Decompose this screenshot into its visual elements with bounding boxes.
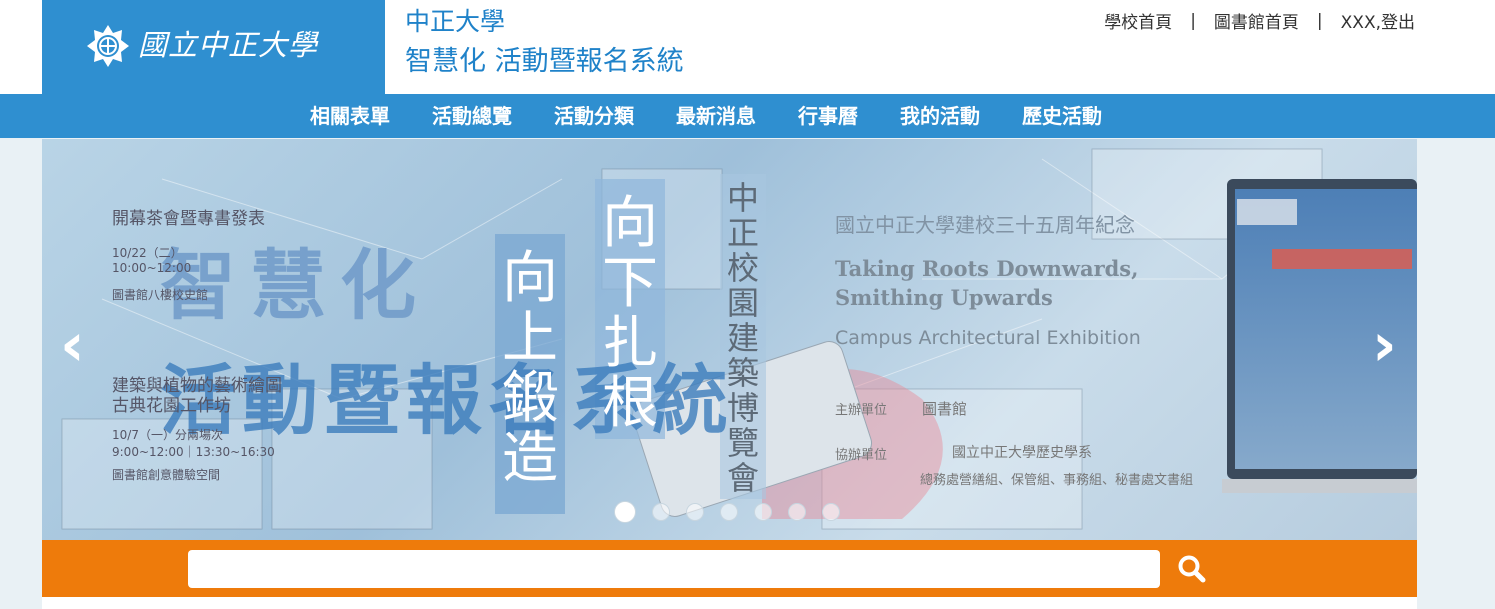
event1-title: 開幕茶會暨專書發表	[112, 209, 265, 229]
english-title-line1: Taking Roots Downwards,	[835, 256, 1139, 281]
event2-title-line2: 古典花園工作坊	[112, 396, 231, 416]
event2-time: 9:00~12:00｜13:30~16:30	[112, 445, 275, 459]
carousel-indicators	[614, 501, 856, 523]
co-organizer: 國立中正大學歷史學系	[952, 445, 1092, 461]
top-links: 學校首頁 | 圖書館首頁 | XXX,登出	[1104, 8, 1415, 34]
logout-link[interactable]: XXX,登出	[1341, 8, 1415, 33]
header: 國立中正大學 中正大學 智慧化 活動暨報名系統 學校首頁 | 圖書館首頁 | X…	[0, 0, 1495, 94]
event1-time: 10:00~12:00	[112, 261, 192, 275]
anniversary-text: 國立中正大學建校三十五周年紀念	[835, 213, 1135, 237]
organizer-label: 主辦單位	[835, 403, 888, 418]
nav-item-activity-categories[interactable]: 活動分類	[533, 94, 655, 138]
carousel-dot[interactable]	[686, 503, 704, 521]
nav-item-forms[interactable]: 相關表單	[289, 94, 411, 138]
nav-item-my-activities[interactable]: 我的活動	[879, 94, 1001, 138]
carousel-dot[interactable]	[614, 501, 636, 523]
slogan-exhibition: 中正校園建築博覽會	[726, 179, 759, 497]
search-bar	[42, 540, 1417, 597]
event1-date: 10/22（二）	[112, 246, 183, 260]
nav-item-calendar[interactable]: 行事曆	[777, 94, 879, 138]
site-title: 中正大學 智慧化 活動暨報名系統	[405, 4, 684, 84]
system-name: 智慧化 活動暨報名系統	[405, 46, 684, 77]
banner-carousel[interactable]: 智慧化 活動暨報名系統 開幕茶會暨專書發表 10/22（二） 10:00~12:…	[42, 139, 1417, 540]
organizer: 圖書館	[922, 400, 968, 418]
logo[interactable]: 國立中正大學	[42, 0, 385, 94]
slogan-up: 向上鍛造	[502, 246, 558, 491]
search-input[interactable]	[188, 550, 1160, 588]
banner-big-title-line1: 智慧化	[160, 241, 430, 330]
event2-date: 10/7（一）分兩場次	[112, 428, 223, 442]
event2-place: 圖書館創意體驗空間	[112, 468, 221, 482]
carousel-next-button[interactable]: ›	[1372, 315, 1397, 375]
co-organizer-units: 總務處營繕組、保管組、事務組、秘書處文書組	[920, 473, 1194, 488]
carousel-dot[interactable]	[652, 503, 670, 521]
co-organizer-label: 協辦單位	[835, 448, 888, 463]
nav-item-news[interactable]: 最新消息	[655, 94, 777, 138]
carousel-dot[interactable]	[754, 503, 772, 521]
carousel-prev-button[interactable]: ‹	[60, 315, 85, 375]
slogan-down: 向下扎根	[602, 191, 658, 436]
main-nav: 相關表單 活動總覽 活動分類 最新消息 行事曆 我的活動 歷史活動	[0, 94, 1495, 138]
nav-item-activity-overview[interactable]: 活動總覽	[411, 94, 533, 138]
event1-place: 圖書館八樓校史館	[112, 288, 209, 302]
search-icon[interactable]	[1175, 552, 1209, 586]
link-separator: |	[1316, 10, 1323, 31]
carousel-dot[interactable]	[720, 503, 738, 521]
site-name: 中正大學	[405, 7, 506, 36]
university-emblem-icon	[87, 25, 129, 67]
carousel-dot[interactable]	[822, 503, 840, 521]
school-home-link[interactable]: 學校首頁	[1104, 8, 1172, 33]
nav-item-history[interactable]: 歷史活動	[1001, 94, 1123, 138]
english-subtitle: Campus Architectural Exhibition	[835, 327, 1141, 349]
logo-text: 國立中正大學	[138, 28, 319, 62]
link-separator: |	[1190, 10, 1196, 31]
english-title-line2: Smithing Upwards	[835, 285, 1053, 310]
library-home-link[interactable]: 圖書館首頁	[1214, 8, 1299, 33]
content-area	[42, 597, 1417, 609]
carousel-dot[interactable]	[788, 503, 806, 521]
